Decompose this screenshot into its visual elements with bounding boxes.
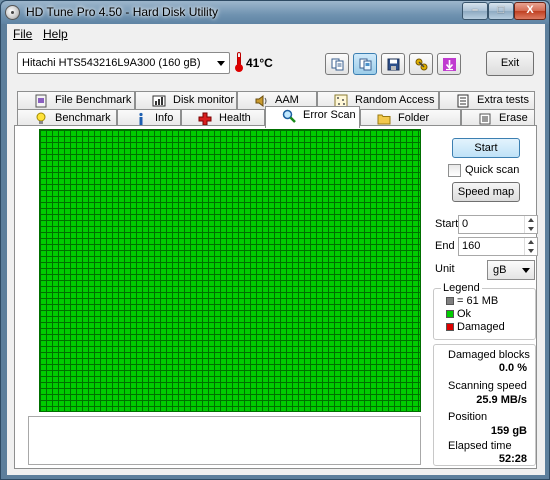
position-label: Position [448,411,488,423]
legend-damaged-label: Damaged [457,321,505,333]
menu-file[interactable]: File [13,27,32,41]
minimize-button[interactable]: – [462,2,488,20]
erase-icon [479,113,491,125]
file-benchmark-icon [35,94,47,108]
menu-help-label: Help [43,27,68,41]
menu-file-label: File [13,27,33,41]
quick-scan-checkbox[interactable] [448,164,461,177]
scan-block-map [39,129,421,412]
tab-erase-label: Erase [499,112,528,124]
tab-file-benchmark-label: File Benchmark [55,94,132,106]
tab-benchmark-label: Benchmark [55,112,111,124]
app-window: HD Tune Pro 4.50 - Hard Disk Utility – □… [0,0,550,480]
legend-item-damaged: Damaged [446,321,505,333]
chevron-down-icon [217,61,225,66]
info-icon [139,112,143,125]
position-value: 159 gB [490,425,527,437]
lightbulb-icon [36,112,46,124]
chevron-down-icon [522,268,530,273]
tab-disk-monitor-label: Disk monitor [173,94,235,106]
legend-item-block-size: = 61 MB [446,295,498,307]
minimize-icon: – [471,4,479,16]
magnifier-icon [282,109,296,123]
exit-action-button[interactable] [437,53,461,75]
close-button[interactable]: X [514,2,546,20]
green-swatch-icon [446,310,454,318]
menu-bar: File Help [7,24,545,44]
start-button[interactable]: Start [452,138,520,158]
maximize-button[interactable]: □ [488,2,514,20]
tab-file-benchmark[interactable]: File Benchmark [17,91,135,110]
copy-info-button[interactable] [325,53,349,75]
legend-block-size-label: = 61 MB [457,295,499,307]
damaged-blocks-label: Damaged blocks [448,349,530,361]
copy-screenshot-button[interactable] [353,53,377,75]
options-button[interactable] [409,53,433,75]
elapsed-time-value: 52:28 [498,453,527,465]
tab-extra-tests-label: Extra tests [477,94,529,106]
temperature-readout: 41°C [246,56,273,70]
tab-random-access-label: Random Access [355,94,435,106]
options-icon [415,58,428,71]
end-spinbox[interactable]: 160 [458,237,538,256]
client-area: File Help Hitachi HTS543216L9A300 (160 g… [7,24,545,475]
start-spinbox[interactable]: 0 [458,215,538,234]
exit-button[interactable]: Exit [486,51,534,76]
health-cross-icon [198,112,212,126]
tab-aam-label: AAM [275,94,299,106]
spin-arrows-icon[interactable] [524,216,537,233]
drive-select-value: Hitachi HTS543216L9A300 (160 gB) [22,57,201,69]
elapsed-time-label: Elapsed time [448,440,512,452]
tab-extra-tests[interactable]: Extra tests [439,91,535,110]
copy-info-icon [331,58,344,71]
tab-disk-monitor[interactable]: Disk monitor [135,91,237,110]
red-swatch-icon [446,323,454,331]
folder-icon [377,114,391,125]
tab-info-label: Info [155,112,174,124]
damaged-blocks-value: 0.0 % [498,362,527,374]
tab-health-label: Health [219,112,251,124]
error-scan-panel: Start Quick scan Speed map Start 0 End 1… [14,125,538,469]
thermometer-icon [235,52,243,72]
save-icon [387,58,400,71]
start-field-label: Start [435,218,459,230]
scan-stats-box: Damaged blocks 0.0 % Scanning speed 25.9… [433,344,536,466]
scanning-speed-label: Scanning speed [448,380,527,392]
tab-error-scan-label: Error Scan [303,109,356,121]
save-button[interactable] [381,53,405,75]
disk-monitor-icon [152,95,166,107]
window-title: HD Tune Pro 4.50 - Hard Disk Utility [26,5,219,19]
unit-label: Unit [435,263,455,275]
spin-arrows-icon[interactable] [524,238,537,255]
maximize-icon: □ [497,4,505,16]
extra-tests-icon [457,94,469,108]
copy-screenshot-icon [359,58,372,71]
drive-select[interactable]: Hitachi HTS543216L9A300 (160 gB) [17,52,230,74]
quick-scan-label: Quick scan [465,164,520,176]
start-value: 0 [462,218,469,230]
exit-arrow-icon [443,58,456,71]
unit-value: gB [493,264,507,276]
title-bar[interactable]: HD Tune Pro 4.50 - Hard Disk Utility – □… [1,1,549,24]
legend-item-ok: Ok [446,308,471,320]
close-icon: X [526,4,534,16]
legend-box: Legend = 61 MB Ok Damaged [433,282,536,340]
toolbar: Hitachi HTS543216L9A300 (160 gB) 41°C Ex… [7,44,545,81]
unit-select[interactable]: gB [487,260,535,280]
app-disk-icon[interactable] [5,5,20,20]
menu-help[interactable]: Help [43,27,68,41]
scanning-speed-value: 25.9 MB/s [476,394,527,406]
scan-log-box [28,416,421,465]
gray-swatch-icon [446,297,454,305]
legend-ok-label: Ok [457,308,472,320]
tab-error-scan[interactable]: Error Scan [265,106,360,128]
legend-title: Legend [441,282,482,294]
end-value: 160 [462,240,481,252]
speed-map-button[interactable]: Speed map [452,182,520,202]
end-field-label: End [435,240,455,252]
